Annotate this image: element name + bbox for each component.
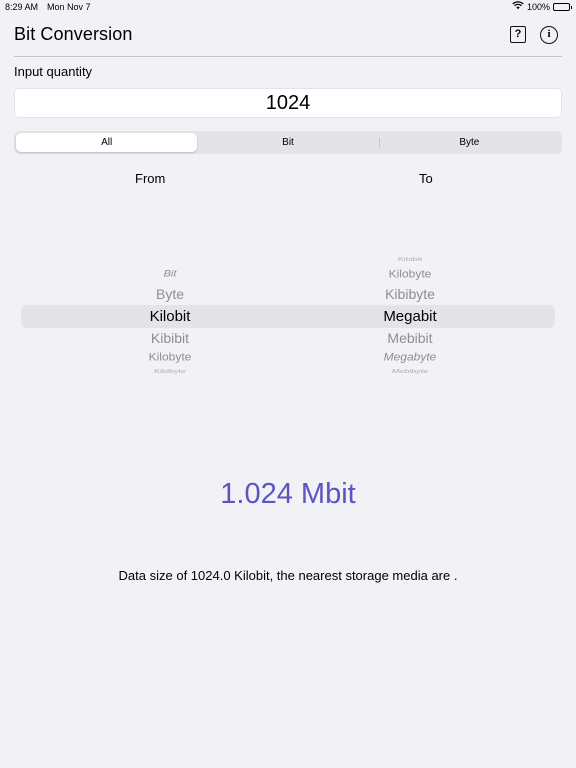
picker-item[interactable]: Kibibyte	[60, 368, 280, 374]
unit-filter-segmented-control: All Bit Byte	[14, 131, 562, 154]
picker-item[interactable]: Kibibyte	[300, 286, 520, 302]
status-date: Mon Nov 7	[47, 2, 91, 12]
info-circle-icon[interactable]: i	[540, 26, 558, 44]
from-unit-picker[interactable]: Bit Byte Kilobit Kibibit Kilobyte Kibiby…	[60, 250, 280, 380]
wifi-icon	[512, 1, 524, 12]
status-right: 100%	[512, 1, 572, 12]
nav-divider	[14, 56, 562, 57]
picker-item[interactable]: Megabyte	[300, 351, 520, 364]
page-title: Bit Conversion	[14, 24, 133, 44]
picker-item[interactable]: Kilobyte	[60, 351, 280, 364]
status-time: 8:29 AM	[5, 2, 39, 12]
picker-item[interactable]: Bit	[60, 269, 280, 279]
picker-item[interactable]: Kibibit	[300, 256, 520, 262]
picker-item[interactable]: Byte	[60, 286, 280, 302]
segment-bit[interactable]: Bit	[197, 133, 378, 152]
segment-label: Bit	[282, 137, 294, 148]
picker-item-selected[interactable]: Megabit	[300, 308, 520, 325]
picker-item[interactable]: Mebibyte	[300, 368, 520, 374]
picker-item[interactable]: Kilobyte	[300, 268, 520, 281]
quantity-input[interactable]	[14, 88, 562, 118]
battery-percent: 100%	[526, 1, 550, 12]
battery-icon	[553, 2, 572, 11]
input-quantity-label: Input quantity	[14, 64, 93, 79]
from-label: From	[135, 171, 166, 186]
segment-label: Byte	[459, 137, 480, 148]
segment-separator	[378, 138, 380, 148]
conversion-result: 1.024 Mbit	[220, 478, 356, 510]
segment-all[interactable]: All	[16, 133, 198, 152]
to-label: To	[419, 171, 433, 186]
question-square-icon[interactable]: ?	[510, 26, 526, 43]
segment-byte[interactable]: Byte	[378, 133, 560, 152]
storage-media-description: Data size of 1024.0 Kilobit, the nearest…	[118, 568, 458, 583]
segment-label: All	[101, 137, 113, 148]
picker-item[interactable]: Kibibit	[60, 330, 280, 346]
picker-item[interactable]: Mebibit	[300, 330, 520, 346]
status-bar: 8:29 AM Mon Nov 7 100%	[0, 0, 576, 14]
to-unit-picker[interactable]: Kibibit Kilobyte Kibibyte Megabit Mebibi…	[300, 250, 520, 380]
nav-actions: ? i	[510, 26, 558, 44]
picker-item-selected[interactable]: Kilobit	[60, 308, 280, 325]
